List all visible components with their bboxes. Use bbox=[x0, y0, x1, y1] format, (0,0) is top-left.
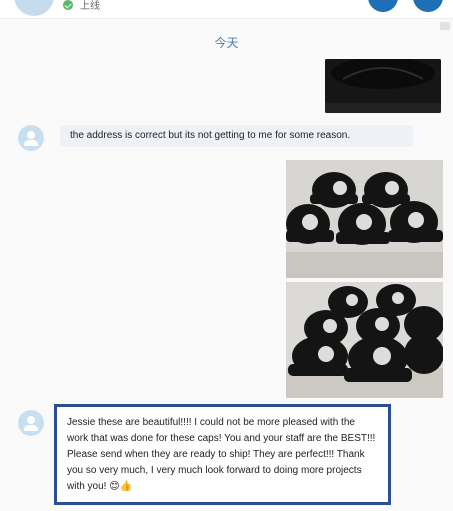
incoming-message-bubble: the address is correct but its not getti… bbox=[60, 125, 413, 147]
date-separator: 今天 bbox=[214, 36, 239, 50]
image-message[interactable] bbox=[325, 59, 441, 113]
image-message[interactable] bbox=[286, 160, 443, 278]
sender-avatar[interactable] bbox=[18, 410, 44, 436]
sender-avatar[interactable] bbox=[18, 125, 44, 151]
message-text: Jessie these are beautiful!!!! I could n… bbox=[67, 417, 376, 492]
header-action-button[interactable] bbox=[368, 0, 398, 12]
message-text: the address is correct but its not getti… bbox=[70, 130, 351, 141]
scroll-up-arrow-icon[interactable] bbox=[440, 22, 450, 30]
cap-photo-icon bbox=[286, 282, 443, 398]
status-text: 上线 bbox=[80, 1, 100, 12]
incoming-message-bubble-highlighted: Jessie these are beautiful!!!! I could n… bbox=[54, 404, 391, 505]
chat-header: 上线 bbox=[0, 0, 453, 18]
header-action-button[interactable] bbox=[413, 0, 443, 12]
contact-avatar[interactable] bbox=[14, 0, 54, 16]
cap-photo-icon bbox=[325, 59, 441, 113]
online-status-icon bbox=[63, 0, 73, 10]
image-message[interactable] bbox=[286, 282, 443, 398]
cap-photo-icon bbox=[286, 160, 443, 278]
